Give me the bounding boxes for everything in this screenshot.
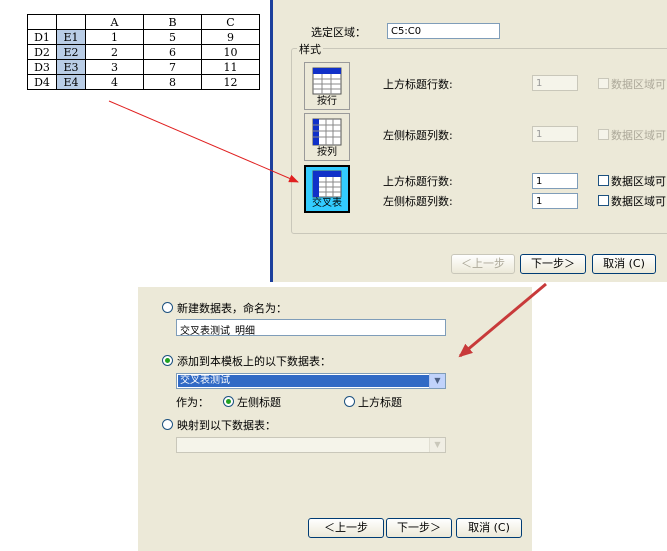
annotation-arrows [108, 100, 547, 358]
arrow-to-dialog [458, 282, 547, 358]
arrow-to-crosstab [108, 100, 299, 183]
